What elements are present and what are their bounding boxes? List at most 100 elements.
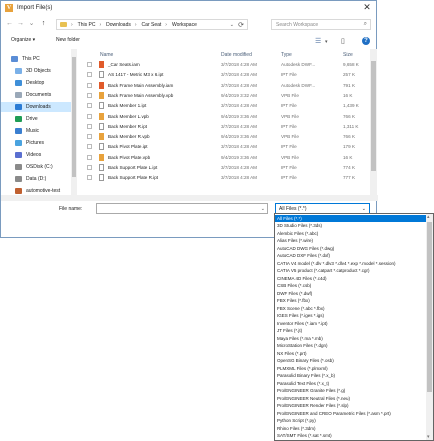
file-type-option[interactable]: Parasolid Binary Files (*.x_b) bbox=[275, 373, 427, 380]
breadcrumb-workspace[interactable]: Workspace bbox=[172, 22, 197, 28]
back-button[interactable]: ← bbox=[5, 19, 14, 29]
file-row[interactable]: Back Support Plate L.ipt 3/7/2018 4:28 AM… bbox=[81, 164, 369, 172]
nav-item-osdisk[interactable]: OSDisk (C:) bbox=[1, 162, 77, 172]
scroll-up-icon[interactable]: ▴ bbox=[427, 214, 430, 220]
preview-pane-icon[interactable]: ▯ bbox=[341, 37, 345, 45]
new-folder-button[interactable]: New folder bbox=[56, 37, 80, 43]
file-type-option[interactable]: Alembic Files (*.abc) bbox=[275, 230, 427, 237]
file-type-option[interactable]: NX Files (*.prt) bbox=[275, 350, 427, 357]
file-type-option[interactable]: 3D Studio Files (*.3ds) bbox=[275, 223, 427, 230]
row-checkbox[interactable] bbox=[87, 62, 92, 67]
file-row[interactable]: Back Pivot Plate.vpb 9/4/2019 3:36 AM VPB … bbox=[81, 153, 369, 162]
row-checkbox[interactable] bbox=[87, 154, 92, 160]
file-name-dropdown-icon[interactable]: ⌄ bbox=[261, 206, 265, 212]
nav-item-automotive-test[interactable]: automotive-test bbox=[1, 186, 77, 195]
file-type-option[interactable]: Pro/ENGINEER and CREO Parametric Files (… bbox=[275, 410, 427, 417]
nav-item-3d-objects[interactable]: 3D Objects bbox=[1, 66, 77, 76]
file-type-option[interactable]: Inventor Files (*.iam *.ipt) bbox=[275, 320, 427, 327]
file-type-option[interactable]: CSB Files (*.csb) bbox=[275, 283, 427, 290]
row-checkbox[interactable] bbox=[87, 144, 92, 150]
row-checkbox[interactable] bbox=[87, 82, 92, 88]
breadcrumb-car-seat[interactable]: Car Seat bbox=[142, 22, 162, 28]
file-row[interactable]: Back Member R.vpb 9/4/2019 3:36 AM VPB Fil… bbox=[81, 133, 369, 141]
refresh-icon[interactable]: ⟳ bbox=[238, 21, 244, 29]
view-dropdown-icon[interactable]: ▾ bbox=[325, 39, 328, 45]
file-type-option[interactable]: AutoCAD DWG Files (*.dwg) bbox=[275, 245, 427, 252]
file-type-option[interactable]: CATIA V5 product (*.catpart *.catproduct… bbox=[275, 268, 427, 275]
file-row[interactable]: Back Member L.vpb 9/4/2019 3:36 AM VPB Fil… bbox=[81, 112, 369, 121]
file-type-option[interactable]: SAT/SMT Files (*.sat *.smt) bbox=[275, 433, 427, 440]
file-type-option[interactable]: Rhino Files (*.3dm) bbox=[275, 425, 427, 432]
row-checkbox[interactable] bbox=[87, 165, 92, 170]
file-type-option[interactable]: Python Script (*.py) bbox=[275, 418, 427, 425]
nav-item-pictures[interactable]: Pictures bbox=[1, 138, 77, 148]
dropdown-scrollbar[interactable]: ▴ ▾ bbox=[426, 214, 433, 440]
breadcrumb-downloads[interactable]: Downloads bbox=[106, 22, 131, 28]
dropdown-scroll-thumb[interactable] bbox=[427, 222, 432, 392]
nav-item-this-pc[interactable]: This PC bbox=[1, 54, 77, 64]
file-type-option[interactable]: PLMXML Files (*.plmxml) bbox=[275, 365, 427, 372]
file-row[interactable]: Back Pivot Plate.ipt 3/7/2018 4:28 AM IPT … bbox=[81, 143, 369, 151]
row-checkbox[interactable] bbox=[87, 175, 92, 181]
file-type-option[interactable]: Pro/ENGINEER Neutral Files (*.neu) bbox=[275, 395, 427, 402]
view-options-icon[interactable]: ☰ bbox=[315, 37, 321, 45]
nav-pane-scrollbar[interactable] bbox=[71, 49, 77, 195]
file-type-option[interactable]: Maya Files (*.ma *.mb) bbox=[275, 335, 427, 342]
file-type-option[interactable]: IGES Files (*.iges *.igs) bbox=[275, 313, 427, 320]
file-row[interactable]: AS 1417 - Metric M3 x 6.ipt 3/7/2018 4:28… bbox=[81, 71, 369, 79]
file-type-option[interactable]: CINEMA 4D Files (*.c4d) bbox=[275, 275, 427, 282]
close-button[interactable]: ✕ bbox=[360, 2, 374, 13]
file-type-option[interactable]: OpenSG Binary Files (*.osb) bbox=[275, 358, 427, 365]
file-type-option[interactable]: CATIA V4 model (*.dlv *.dlv3 *.dlv4 *.ex… bbox=[275, 260, 427, 267]
nav-scroll-thumb[interactable] bbox=[72, 57, 76, 177]
chevron-down-icon[interactable]: ⌄ bbox=[362, 206, 366, 212]
help-icon[interactable]: ? bbox=[362, 37, 370, 45]
nav-item-data-drive[interactable]: Data (D:) bbox=[1, 174, 77, 184]
recent-locations-button[interactable]: ⌄ bbox=[27, 19, 36, 29]
column-size[interactable]: Size bbox=[343, 52, 353, 58]
search-input[interactable]: Search Workspace ⌕ bbox=[271, 19, 371, 30]
file-row[interactable]: Back Frame Main Assembly.iam 3/7/2018 4:2… bbox=[81, 81, 369, 90]
file-type-option[interactable]: AutoCAD DXF Files (*.dxf) bbox=[275, 253, 427, 260]
file-type-option[interactable]: DWF Files (*.dwf) bbox=[275, 290, 427, 297]
file-type-option[interactable]: MicroStation Files (*.dgn) bbox=[275, 343, 427, 350]
scroll-down-icon[interactable]: ▾ bbox=[427, 434, 430, 440]
file-type-option[interactable]: Pro/ENGINEER Render Files (*.slp) bbox=[275, 403, 427, 410]
file-row[interactable]: Back Member R.ipt 3/7/2018 4:28 AM IPT Fil… bbox=[81, 122, 369, 131]
nav-item-documents[interactable]: Documents bbox=[1, 90, 77, 100]
file-row[interactable]: Back Support Plate R.ipt 3/7/2018 4:28 AM… bbox=[81, 174, 369, 182]
file-type-option[interactable]: JT Files (*.jt) bbox=[275, 328, 427, 335]
row-checkbox[interactable] bbox=[87, 134, 92, 140]
row-checkbox[interactable] bbox=[87, 103, 92, 109]
row-checkbox[interactable] bbox=[87, 92, 92, 98]
column-date-modified[interactable]: Date modified bbox=[221, 52, 252, 58]
forward-button[interactable]: → bbox=[16, 19, 25, 29]
nav-item-drive[interactable]: Drive bbox=[1, 114, 77, 124]
nav-item-downloads[interactable]: Downloads bbox=[1, 102, 77, 112]
up-button[interactable]: ↑ bbox=[39, 19, 48, 29]
nav-item-music[interactable]: Music bbox=[1, 126, 77, 136]
nav-item-desktop[interactable]: Desktop bbox=[1, 78, 77, 88]
file-type-option[interactable]: Pro/ENGINEER Granite Files (*.g) bbox=[275, 388, 427, 395]
horizontal-scrollbar[interactable] bbox=[1, 195, 378, 201]
address-bar[interactable]: › This PC › Downloads › Car Seat › Works… bbox=[56, 19, 248, 30]
file-row[interactable]: Back Frame Main Assembly.vpb 9/4/2019 3:3… bbox=[81, 91, 369, 100]
row-checkbox[interactable] bbox=[87, 113, 92, 119]
file-type-option[interactable]: All Files (*.*) bbox=[275, 215, 427, 222]
file-type-option[interactable]: FBX Files (*.fbx) bbox=[275, 298, 427, 305]
column-type[interactable]: Type bbox=[281, 52, 292, 58]
organize-button[interactable]: Organize ▾ bbox=[11, 37, 35, 43]
file-scroll-thumb[interactable] bbox=[371, 61, 376, 171]
file-type-option[interactable]: Parasolid Text Files (*.x_t) bbox=[275, 380, 427, 387]
row-checkbox[interactable] bbox=[87, 72, 92, 78]
file-type-option[interactable]: Alias Files (*.wire) bbox=[275, 238, 427, 245]
row-checkbox[interactable] bbox=[87, 123, 92, 129]
column-name[interactable]: Name bbox=[100, 52, 113, 58]
file-name-input[interactable]: ⌄ bbox=[96, 203, 268, 214]
file-row[interactable]: Back Member 1.ipt 3/7/2018 4:28 AM IPT Fil… bbox=[81, 102, 369, 110]
file-row[interactable]: _Car Seats.iam 3/7/2018 4:28 AM Autodesk D… bbox=[81, 61, 369, 69]
address-dropdown-icon[interactable]: ⌄ bbox=[230, 22, 234, 28]
nav-item-videos[interactable]: Videos bbox=[1, 150, 77, 160]
file-type-option[interactable]: FBX Scene (*.abc *.fbx) bbox=[275, 305, 427, 312]
breadcrumb-this-pc[interactable]: This PC bbox=[78, 22, 96, 28]
